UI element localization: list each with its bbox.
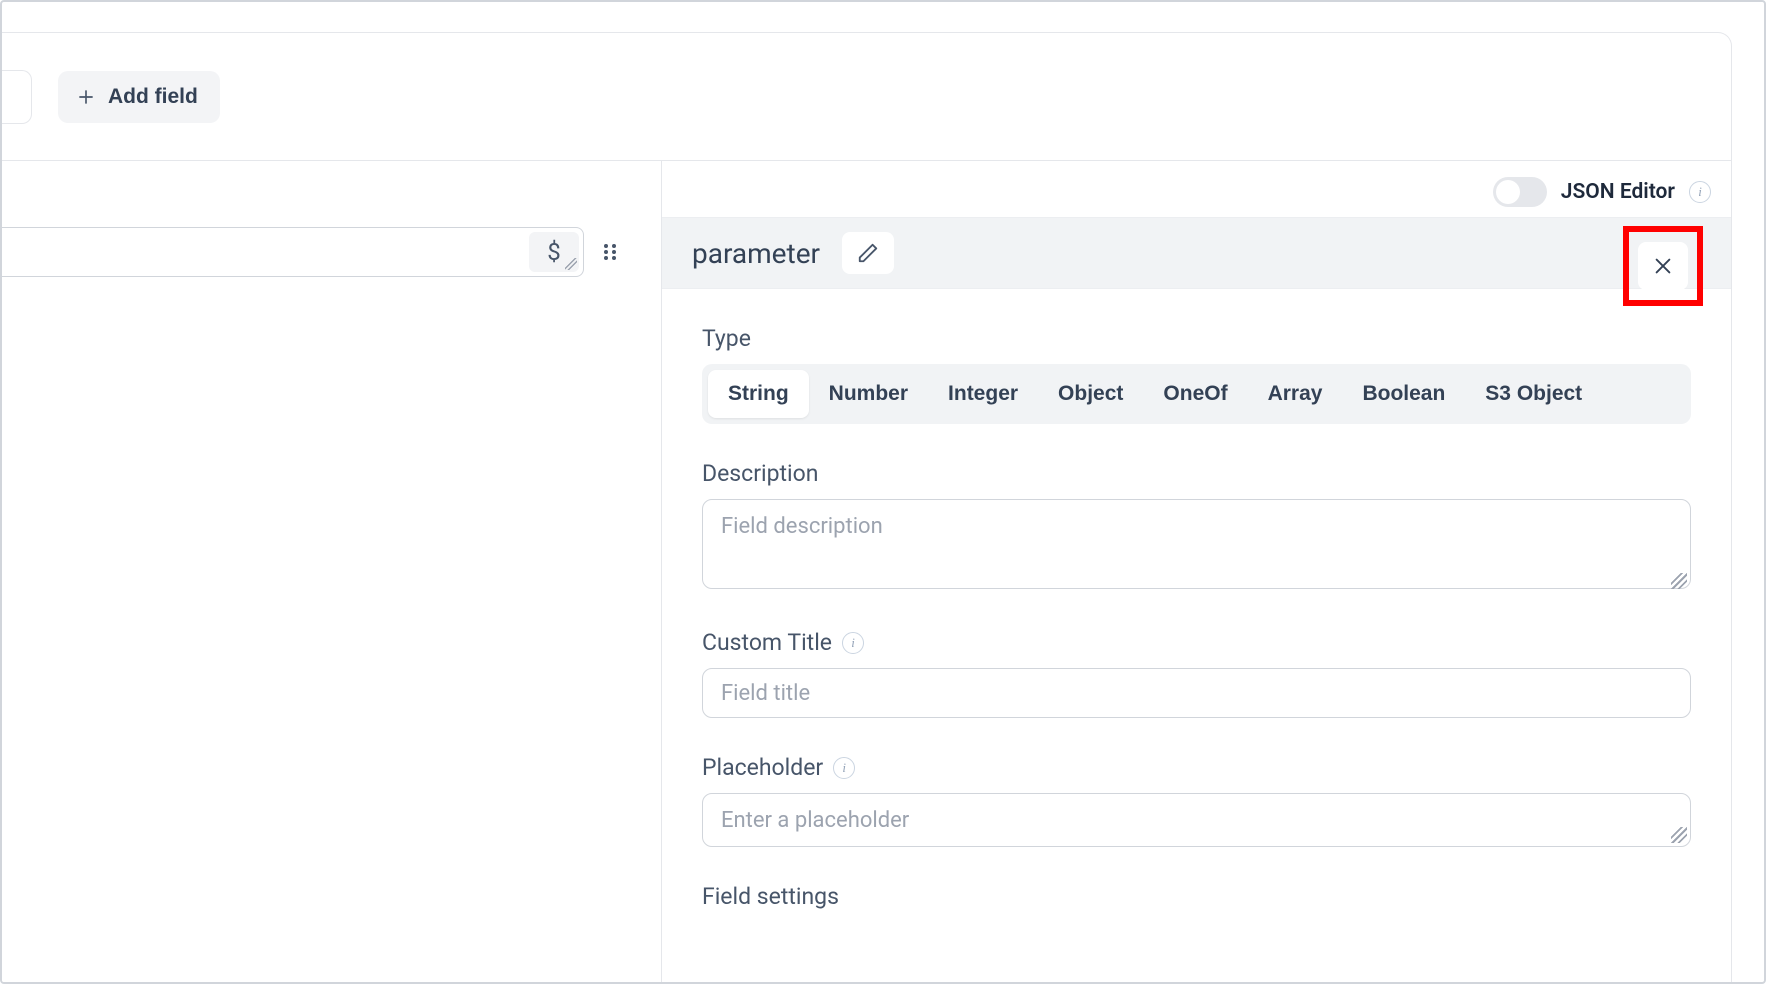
pencil-icon — [857, 242, 879, 264]
type-segmented-control: String Number Integer Object OneOf Array… — [702, 364, 1691, 424]
type-option-object[interactable]: Object — [1038, 370, 1143, 418]
type-option-s3object[interactable]: S3 Object — [1465, 370, 1602, 418]
field-editor-column: JSON Editor i parameter Type — [662, 161, 1731, 982]
close-icon — [1652, 255, 1674, 277]
header-bar: Add field — [2, 33, 1731, 161]
close-highlight — [1623, 226, 1703, 306]
custom-title-input[interactable] — [702, 668, 1691, 718]
info-icon[interactable]: i — [833, 757, 855, 779]
parameter-header: parameter — [662, 217, 1731, 289]
custom-title-label: Custom Title i — [702, 629, 1691, 656]
field-settings-label: Field settings — [702, 883, 1691, 910]
edit-name-button[interactable] — [842, 232, 894, 274]
drag-handle-icon[interactable] — [602, 242, 622, 262]
description-label: Description — [702, 460, 1691, 487]
add-field-button[interactable]: Add field — [58, 71, 220, 123]
fields-list-column: $ — [2, 161, 662, 982]
type-label: Type — [702, 325, 1691, 352]
placeholder-input[interactable] — [702, 793, 1691, 847]
variable-badge[interactable]: $ — [529, 232, 579, 272]
json-editor-toggle[interactable] — [1493, 177, 1547, 207]
type-option-boolean[interactable]: Boolean — [1342, 370, 1465, 418]
type-option-oneof[interactable]: OneOf — [1143, 370, 1247, 418]
info-icon[interactable]: i — [842, 632, 864, 654]
placeholder-label: Placeholder i — [702, 754, 1691, 781]
field-row[interactable]: $ — [2, 227, 584, 277]
plus-icon — [76, 87, 96, 107]
type-option-string[interactable]: String — [708, 370, 809, 418]
type-option-number[interactable]: Number — [809, 370, 928, 418]
type-option-integer[interactable]: Integer — [928, 370, 1038, 418]
left-stub — [2, 70, 32, 124]
toggle-knob — [1496, 180, 1520, 204]
parameter-name: parameter — [692, 237, 820, 270]
info-icon[interactable]: i — [1689, 181, 1711, 203]
type-option-array[interactable]: Array — [1248, 370, 1343, 418]
add-field-label: Add field — [108, 85, 198, 109]
description-input[interactable] — [702, 499, 1691, 589]
close-button[interactable] — [1638, 242, 1688, 290]
json-editor-label: JSON Editor — [1561, 180, 1675, 204]
